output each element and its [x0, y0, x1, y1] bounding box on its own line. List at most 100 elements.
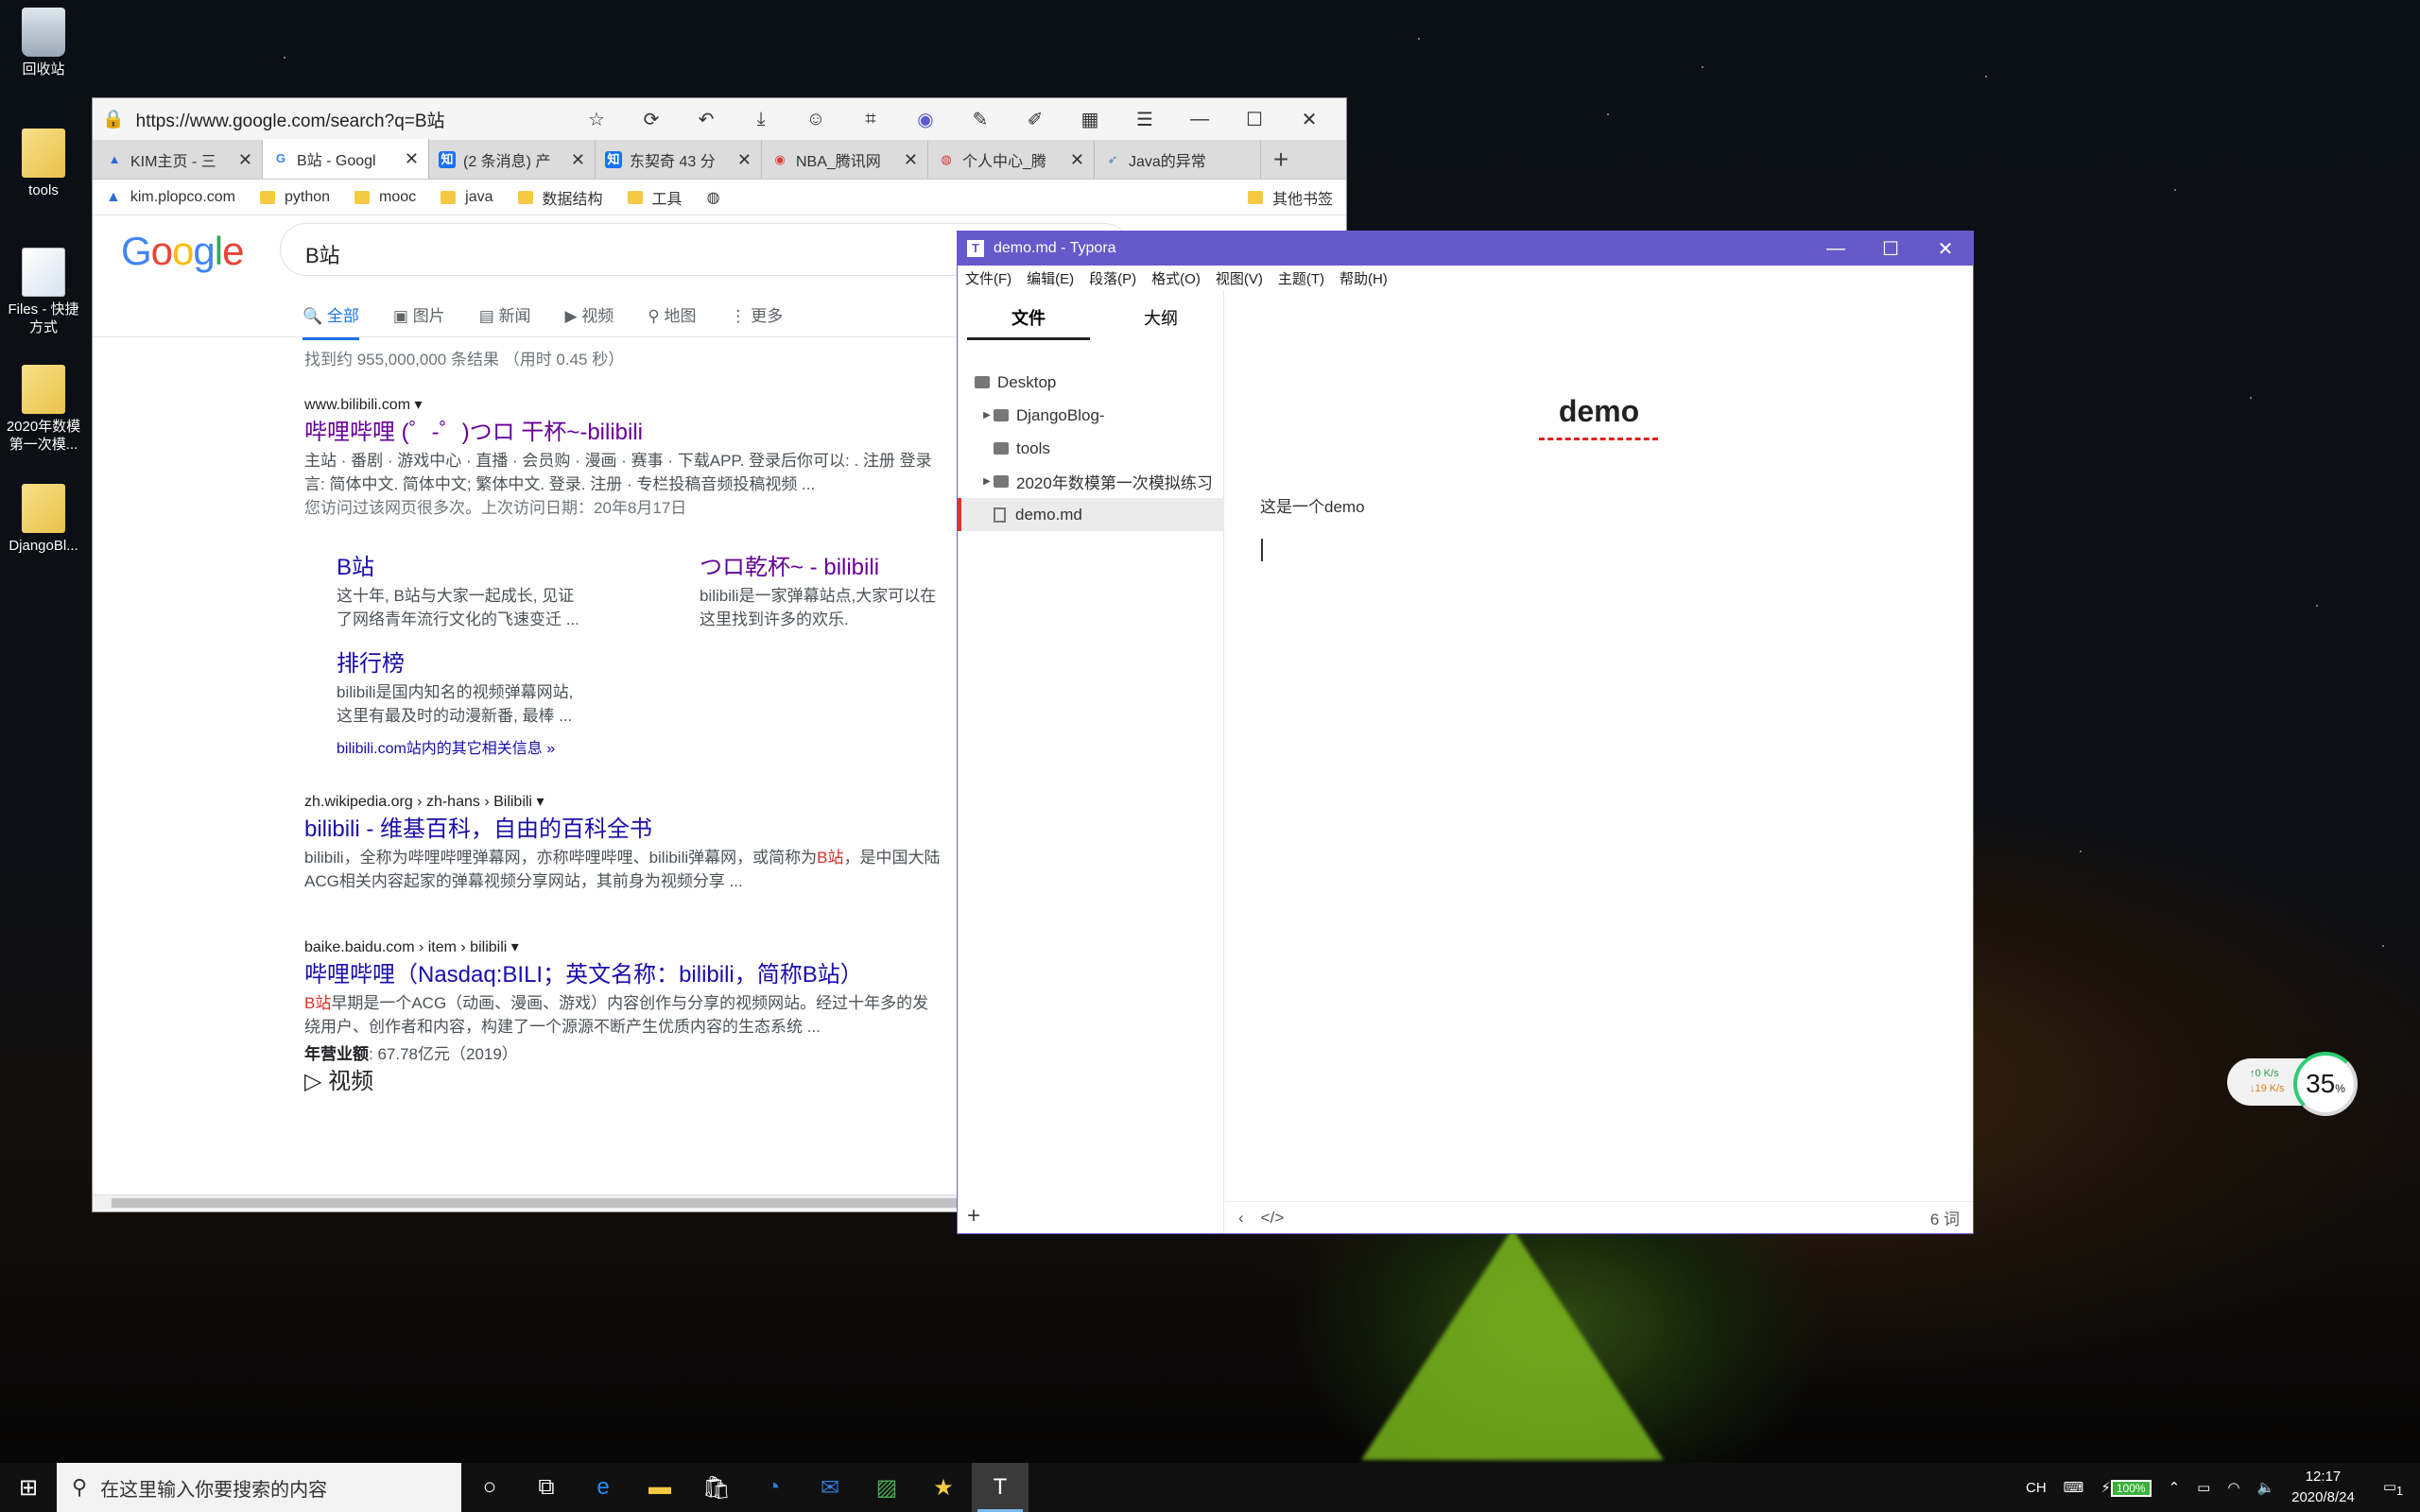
- chevron-up-icon[interactable]: ⌃: [2169, 1479, 2181, 1496]
- maximize-icon[interactable]: ☐: [1863, 237, 1918, 261]
- typora-taskbar-icon[interactable]: T: [972, 1463, 1028, 1512]
- tab-more[interactable]: ⋮ 更多: [730, 302, 783, 340]
- bookmark-data-structures[interactable]: 数据结构: [517, 186, 603, 209]
- tab-user-center[interactable]: ◍ 个人中心_腾 ✕: [928, 141, 1095, 179]
- chart-app-icon[interactable]: ▨: [858, 1463, 915, 1512]
- menu-edit[interactable]: 编辑(E): [1027, 268, 1074, 288]
- sitelink-title[interactable]: 排行榜: [337, 648, 648, 680]
- desktop-icon-files-shortcut[interactable]: Files - 快捷方式: [4, 248, 83, 336]
- desktop-icon-djangoblog[interactable]: DjangoBl...: [4, 484, 83, 555]
- tree-item-desktop[interactable]: Desktop: [958, 366, 1224, 399]
- typora-editor[interactable]: demo 这是一个demo ‹ </> 6 词: [1225, 290, 1973, 1233]
- crop-icon[interactable]: ⌗: [843, 109, 898, 130]
- tab-videos[interactable]: ▶ 视频: [564, 302, 614, 340]
- volume-icon[interactable]: 🔈: [2256, 1479, 2274, 1496]
- google-logo[interactable]: Google: [121, 229, 244, 274]
- tab-files[interactable]: 文件: [967, 305, 1090, 340]
- word-count[interactable]: 6 词: [1930, 1206, 1960, 1229]
- wifi-icon[interactable]: ◠: [2227, 1479, 2239, 1496]
- tab-images[interactable]: ▣ 图片: [393, 302, 445, 340]
- globe-icon[interactable]: ◍: [707, 188, 720, 207]
- tab-close-icon[interactable]: ✕: [1070, 150, 1084, 170]
- clock[interactable]: 12:17 2020/8/24: [2291, 1467, 2355, 1508]
- tab-maps[interactable]: ⚲ 地图: [648, 302, 696, 340]
- menu-paragraph[interactable]: 段落(P): [1089, 268, 1136, 288]
- sitelink-title[interactable]: B站: [337, 552, 648, 584]
- chevron-right-icon[interactable]: ▶: [980, 476, 994, 487]
- cortana-icon[interactable]: ○: [461, 1463, 518, 1512]
- scrollbar-thumb[interactable]: [112, 1198, 1057, 1208]
- tab-news[interactable]: ▤ 新闻: [479, 302, 531, 340]
- menu-icon[interactable]: ☰: [1117, 108, 1172, 131]
- menu-help[interactable]: 帮助(H): [1340, 268, 1388, 288]
- bookmark-python[interactable]: python: [260, 189, 330, 206]
- more-results-link[interactable]: bilibili.com站内的其它相关信息 »: [337, 737, 555, 761]
- chevron-down-icon[interactable]: ▾: [511, 939, 519, 955]
- chevron-right-icon[interactable]: ▶: [980, 410, 994, 421]
- refresh-icon[interactable]: ⟳: [624, 108, 679, 131]
- store-icon[interactable]: 🛍: [688, 1463, 745, 1512]
- tab-close-icon[interactable]: ✕: [238, 150, 252, 170]
- chevron-left-icon[interactable]: ‹: [1238, 1209, 1244, 1228]
- bookmark-kim[interactable]: ▲ kim.plopco.com: [106, 189, 235, 206]
- tab-google[interactable]: G B站 - Googl ✕: [263, 139, 429, 179]
- close-icon[interactable]: ✕: [1282, 108, 1337, 131]
- chevron-down-icon[interactable]: ▾: [414, 397, 422, 413]
- source-code-icon[interactable]: </>: [1261, 1209, 1285, 1228]
- chevron-down-icon[interactable]: ▾: [536, 794, 544, 810]
- battery-icon[interactable]: ▭: [2197, 1479, 2210, 1496]
- tab-nba[interactable]: ◉ NBA_腾讯网 ✕: [762, 141, 928, 179]
- minimize-icon[interactable]: —: [1808, 238, 1863, 260]
- file-explorer-icon[interactable]: ▬: [631, 1463, 688, 1512]
- task-view-icon[interactable]: ⧉: [518, 1463, 575, 1512]
- bookmark-java[interactable]: java: [441, 189, 493, 206]
- undo-icon[interactable]: ↶: [679, 108, 734, 131]
- tree-item-djangoblog[interactable]: ▶ DjangoBlog-: [958, 399, 1224, 432]
- edge-icon[interactable]: e: [575, 1463, 631, 1512]
- tab-outline[interactable]: 大纲: [1099, 305, 1222, 330]
- account-icon[interactable]: ☺: [788, 109, 843, 130]
- tab-java[interactable]: ➶ Java的异常: [1095, 141, 1261, 179]
- tab-close-icon[interactable]: ✕: [737, 150, 752, 170]
- close-icon[interactable]: ✕: [1918, 237, 1973, 261]
- download-icon[interactable]: ⤓: [734, 109, 788, 130]
- clock-app-icon[interactable]: ◔: [745, 1463, 802, 1512]
- edit-icon[interactable]: ✐: [1008, 108, 1063, 131]
- new-tab-button[interactable]: +: [1261, 141, 1301, 179]
- url-field[interactable]: https://www.google.com/search?q=B站: [125, 107, 569, 132]
- bookmark-tools[interactable]: 工具: [627, 186, 683, 209]
- tab-close-icon[interactable]: ✕: [904, 150, 918, 170]
- cpu-gauge[interactable]: 35%: [2293, 1052, 2358, 1116]
- minimize-icon[interactable]: —: [1172, 109, 1227, 130]
- zip-icon[interactable]: ▦: [1063, 108, 1117, 131]
- bookmark-mooc[interactable]: mooc: [354, 189, 416, 206]
- tab-all[interactable]: 🔍 全部: [302, 302, 359, 340]
- menu-file[interactable]: 文件(F): [965, 268, 1011, 288]
- tab-zhihu-2[interactable]: 知东契奇 43 分 ✕: [596, 141, 762, 179]
- menu-view[interactable]: 视图(V): [1216, 268, 1263, 288]
- tab-zhihu-1[interactable]: 知 (2 条消息) 产 ✕: [429, 141, 596, 179]
- menu-theme[interactable]: 主题(T): [1278, 268, 1324, 288]
- star-app-icon[interactable]: ★: [915, 1463, 972, 1512]
- tree-item-tools[interactable]: tools: [958, 432, 1224, 465]
- check-icon[interactable]: ◉: [898, 108, 953, 131]
- mail-icon[interactable]: ✉: [802, 1463, 858, 1512]
- desktop-icon-tools[interactable]: tools: [4, 129, 83, 199]
- pen-icon[interactable]: ✎: [953, 108, 1008, 131]
- power-icon[interactable]: ⚡ 100%: [2100, 1479, 2152, 1497]
- tab-kim[interactable]: ▲ KIM主页 - 三 ✕: [96, 141, 263, 179]
- add-file-icon[interactable]: +: [967, 1203, 980, 1229]
- menu-format[interactable]: 格式(O): [1151, 268, 1201, 288]
- tree-item-demo-md[interactable]: demo.md: [958, 498, 1224, 531]
- ime-indicator[interactable]: CH: [2026, 1480, 2047, 1496]
- desktop-icon-recycle-bin[interactable]: 回收站: [4, 8, 83, 78]
- maximize-icon[interactable]: ☐: [1227, 108, 1282, 131]
- taskbar-search[interactable]: ⚲ 在这里输入你要搜索的内容: [57, 1463, 461, 1512]
- desktop-icon-math-model[interactable]: 2020年数模第一次模...: [4, 365, 83, 454]
- notification-icon[interactable]: ▭1: [2383, 1478, 2403, 1498]
- windows-start-icon[interactable]: ⊞: [0, 1474, 57, 1502]
- tab-close-icon[interactable]: ✕: [405, 149, 419, 169]
- star-icon[interactable]: ☆: [569, 108, 624, 131]
- tree-item-math-model[interactable]: ▶ 2020年数模第一次模拟练习: [958, 465, 1224, 498]
- keyboard-icon[interactable]: ⌨: [2064, 1479, 2084, 1496]
